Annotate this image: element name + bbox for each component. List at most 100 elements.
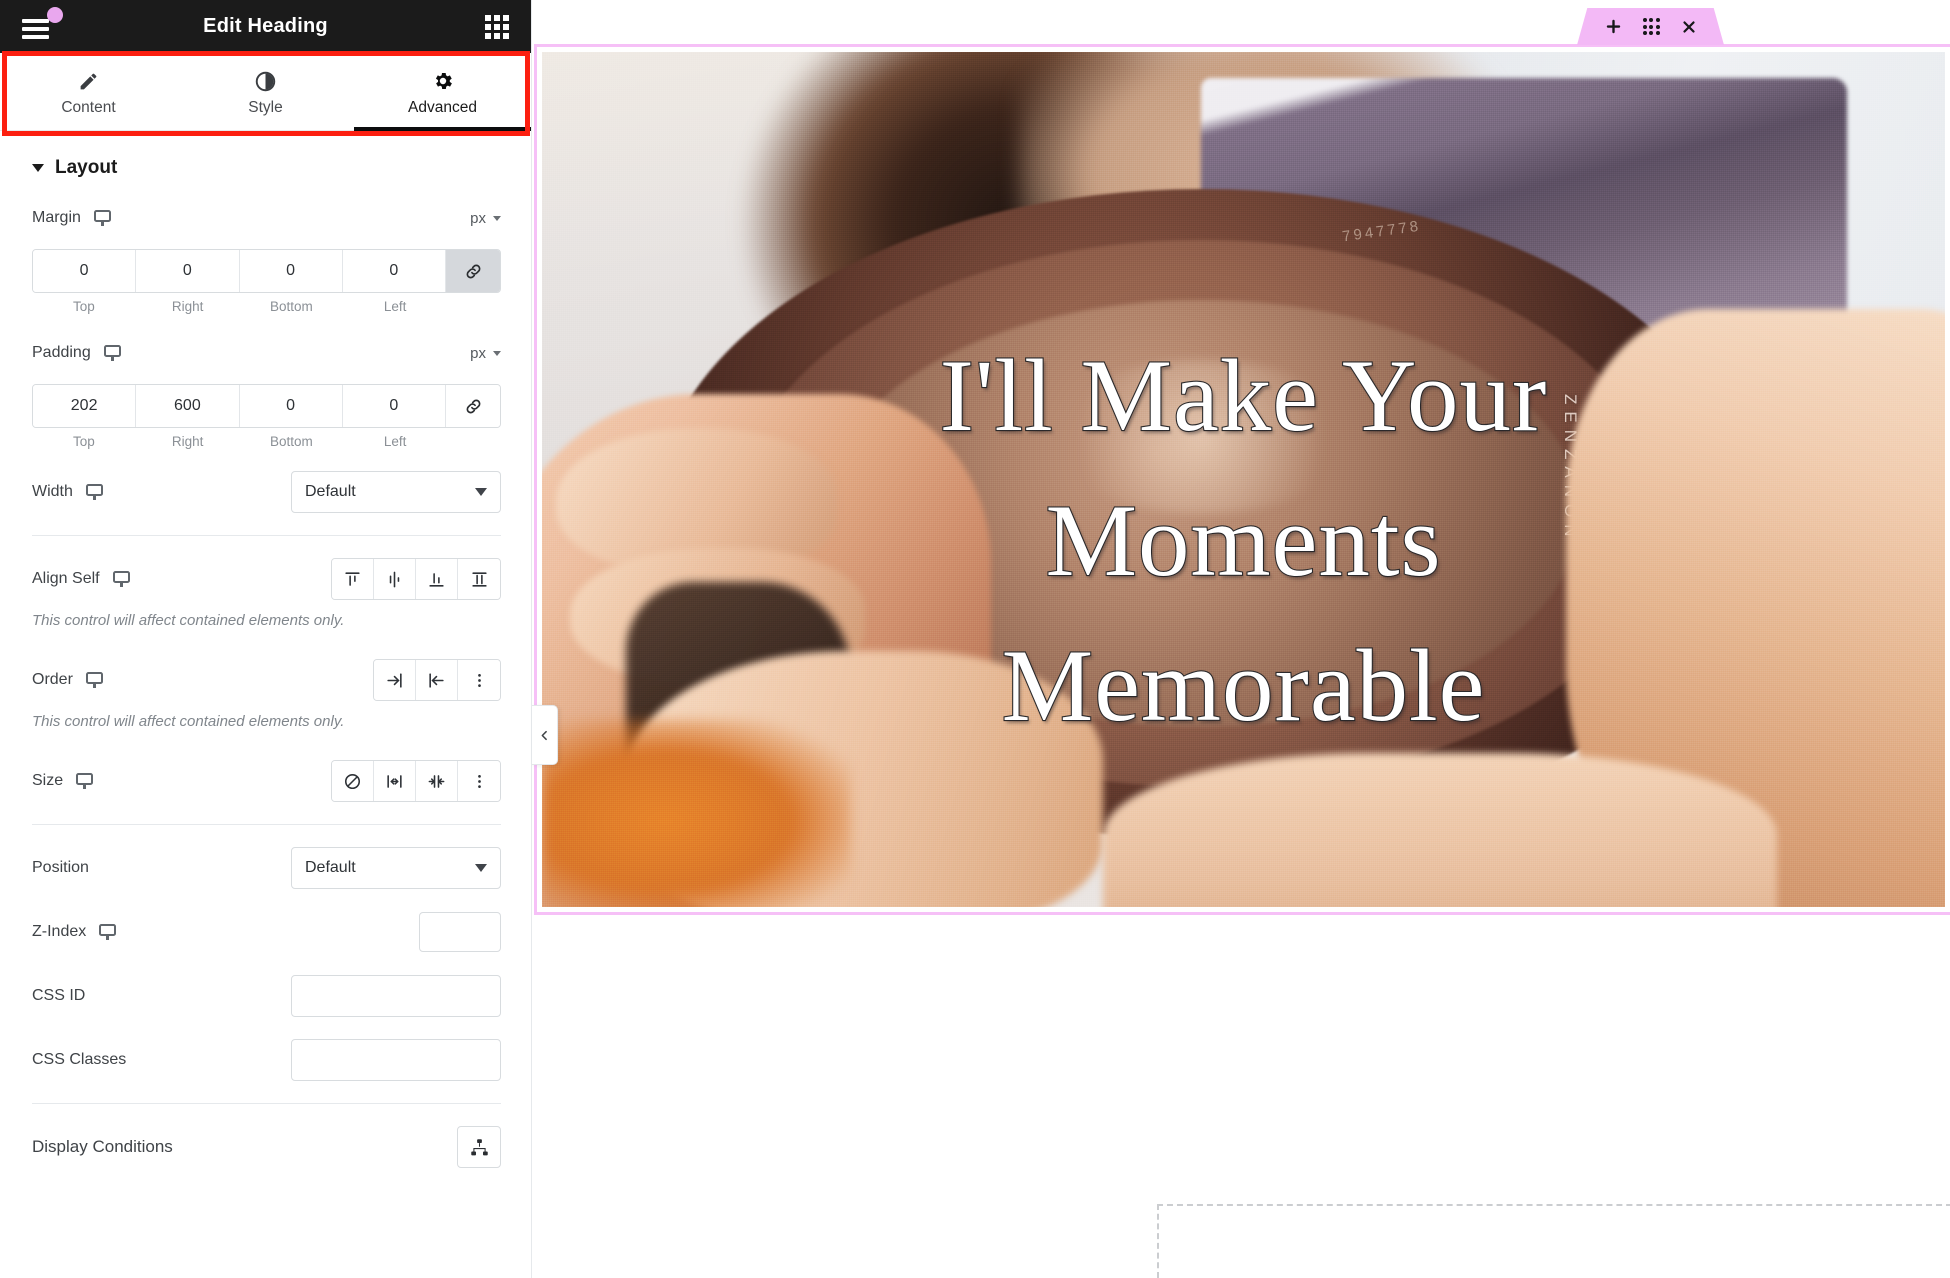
- margin-left-input[interactable]: 0: [342, 250, 446, 292]
- order-label-group: Order: [32, 671, 103, 689]
- drop-area-placeholder[interactable]: [1157, 1204, 1950, 1278]
- position-label: Position: [32, 859, 89, 876]
- align-start-icon[interactable]: [332, 559, 374, 599]
- padding-left-input[interactable]: 0: [342, 385, 446, 427]
- padding-link-values-icon[interactable]: [446, 385, 500, 427]
- align-stretch-icon[interactable]: [458, 559, 500, 599]
- size-label-group: Size: [32, 772, 94, 790]
- chevron-down-icon: [493, 350, 501, 356]
- device-desktop-icon[interactable]: [112, 571, 130, 587]
- heading-line-1: I'll Make Your: [939, 338, 1548, 454]
- editor-canvas: BRONICA 7947778 ZENZANON: [532, 0, 1950, 1278]
- widget-toolbar: [1577, 8, 1724, 45]
- align-end-icon[interactable]: [416, 559, 458, 599]
- position-value: Default: [305, 859, 356, 876]
- divider: [32, 535, 501, 536]
- heading-text[interactable]: I'll Make Your Moments Memorable: [542, 324, 1945, 760]
- align-center-icon[interactable]: [374, 559, 416, 599]
- device-desktop-icon[interactable]: [103, 345, 121, 361]
- notification-dot-icon: [47, 6, 63, 23]
- align-self-label-group: Align Self: [32, 570, 130, 588]
- align-self-hint: This control will affect contained eleme…: [32, 612, 345, 629]
- order-row: Order: [0, 659, 531, 701]
- width-label-group: Width: [32, 483, 103, 501]
- heading-widget-frame[interactable]: BRONICA 7947778 ZENZANON: [534, 44, 1950, 915]
- tab-content[interactable]: Content: [0, 53, 177, 130]
- margin-bottom-input[interactable]: 0: [239, 250, 343, 292]
- size-label: Size: [32, 772, 64, 789]
- chevron-down-icon: [32, 164, 44, 172]
- order-end-icon[interactable]: [374, 660, 416, 700]
- css-id-label: CSS ID: [32, 987, 86, 1004]
- order-start-icon[interactable]: [416, 660, 458, 700]
- margin-link-values-icon[interactable]: [446, 250, 500, 292]
- margin-label-bottom: Bottom: [269, 299, 313, 314]
- device-desktop-icon[interactable]: [99, 924, 117, 940]
- padding-side-labels: Top Right Bottom Left: [32, 434, 447, 449]
- css-classes-input[interactable]: [292, 1040, 500, 1080]
- padding-label-top: Top: [72, 434, 95, 449]
- shrink-icon[interactable]: [416, 761, 458, 801]
- tab-advanced[interactable]: Advanced: [354, 53, 531, 131]
- padding-top-input[interactable]: 202: [33, 385, 137, 427]
- device-desktop-icon[interactable]: [85, 484, 103, 500]
- device-desktop-icon[interactable]: [93, 210, 111, 226]
- panel-body: Layout Margin px 0 0 0 0 Top Right Botto…: [0, 131, 531, 1278]
- device-desktop-icon[interactable]: [76, 773, 94, 789]
- z-index-label-group: Z-Index: [32, 923, 117, 941]
- margin-unit-label: px: [470, 209, 486, 227]
- grow-icon[interactable]: [374, 761, 416, 801]
- tab-content-label: Content: [61, 99, 116, 116]
- widgets-grid-icon[interactable]: [485, 14, 509, 39]
- css-classes-field: [291, 1039, 501, 1081]
- css-classes-row: CSS Classes: [0, 1039, 531, 1081]
- margin-right-input[interactable]: 0: [136, 250, 240, 292]
- position-row: Position Default: [0, 847, 531, 889]
- panel-collapse-handle[interactable]: [532, 705, 558, 765]
- margin-label-top: Top: [72, 299, 95, 314]
- width-select[interactable]: Default: [291, 471, 501, 513]
- layout-section-label: Layout: [55, 157, 118, 178]
- editor-panel: Edit Heading Content Style Advanced Layo…: [0, 0, 532, 1278]
- z-index-label: Z-Index: [32, 923, 87, 940]
- align-self-choices: [331, 558, 501, 600]
- padding-right-input[interactable]: 600: [136, 385, 240, 427]
- heading-line-3: Memorable: [1001, 628, 1486, 744]
- close-x-icon[interactable]: [1680, 18, 1698, 36]
- margin-top-input[interactable]: 0: [33, 250, 137, 292]
- drag-dots-icon[interactable]: [1642, 18, 1660, 35]
- gear-icon: [432, 70, 454, 92]
- padding-bottom-input[interactable]: 0: [239, 385, 343, 427]
- margin-label-group: Margin: [32, 209, 111, 227]
- width-row: Width Default: [0, 471, 531, 513]
- heading-line-2: Moments: [1044, 483, 1442, 599]
- page-title: Edit Heading: [203, 15, 328, 37]
- plus-icon[interactable]: [1604, 17, 1623, 36]
- panel-tabs: Content Style Advanced: [0, 53, 531, 131]
- tab-advanced-label: Advanced: [408, 99, 477, 116]
- margin-inputs: 0 0 0 0: [32, 249, 501, 293]
- margin-unit-selector[interactable]: px: [470, 210, 501, 227]
- tab-style[interactable]: Style: [177, 53, 354, 130]
- z-index-input[interactable]: [419, 912, 501, 952]
- position-select[interactable]: Default: [291, 847, 501, 889]
- chevron-down-icon: [493, 215, 501, 221]
- css-id-input[interactable]: [292, 976, 500, 1016]
- panel-header: Edit Heading: [0, 0, 531, 53]
- size-choices: [331, 760, 501, 802]
- divider: [32, 1103, 501, 1104]
- margin-label: Margin: [32, 209, 81, 226]
- more-vertical-icon[interactable]: [458, 761, 500, 801]
- padding-label: Padding: [32, 344, 91, 361]
- order-choices: [373, 659, 501, 701]
- hamburger-menu-icon[interactable]: [22, 6, 63, 39]
- order-hint: This control will affect contained eleme…: [32, 713, 345, 730]
- layout-section-header[interactable]: Layout: [0, 131, 531, 197]
- padding-unit-selector[interactable]: px: [470, 345, 501, 362]
- device-desktop-icon[interactable]: [85, 672, 103, 688]
- sitemap-icon[interactable]: [457, 1126, 501, 1168]
- more-vertical-icon[interactable]: [458, 660, 500, 700]
- chevron-down-icon: [475, 864, 487, 872]
- z-index-row: Z-Index: [0, 911, 531, 953]
- none-circle-slash-icon[interactable]: [332, 761, 374, 801]
